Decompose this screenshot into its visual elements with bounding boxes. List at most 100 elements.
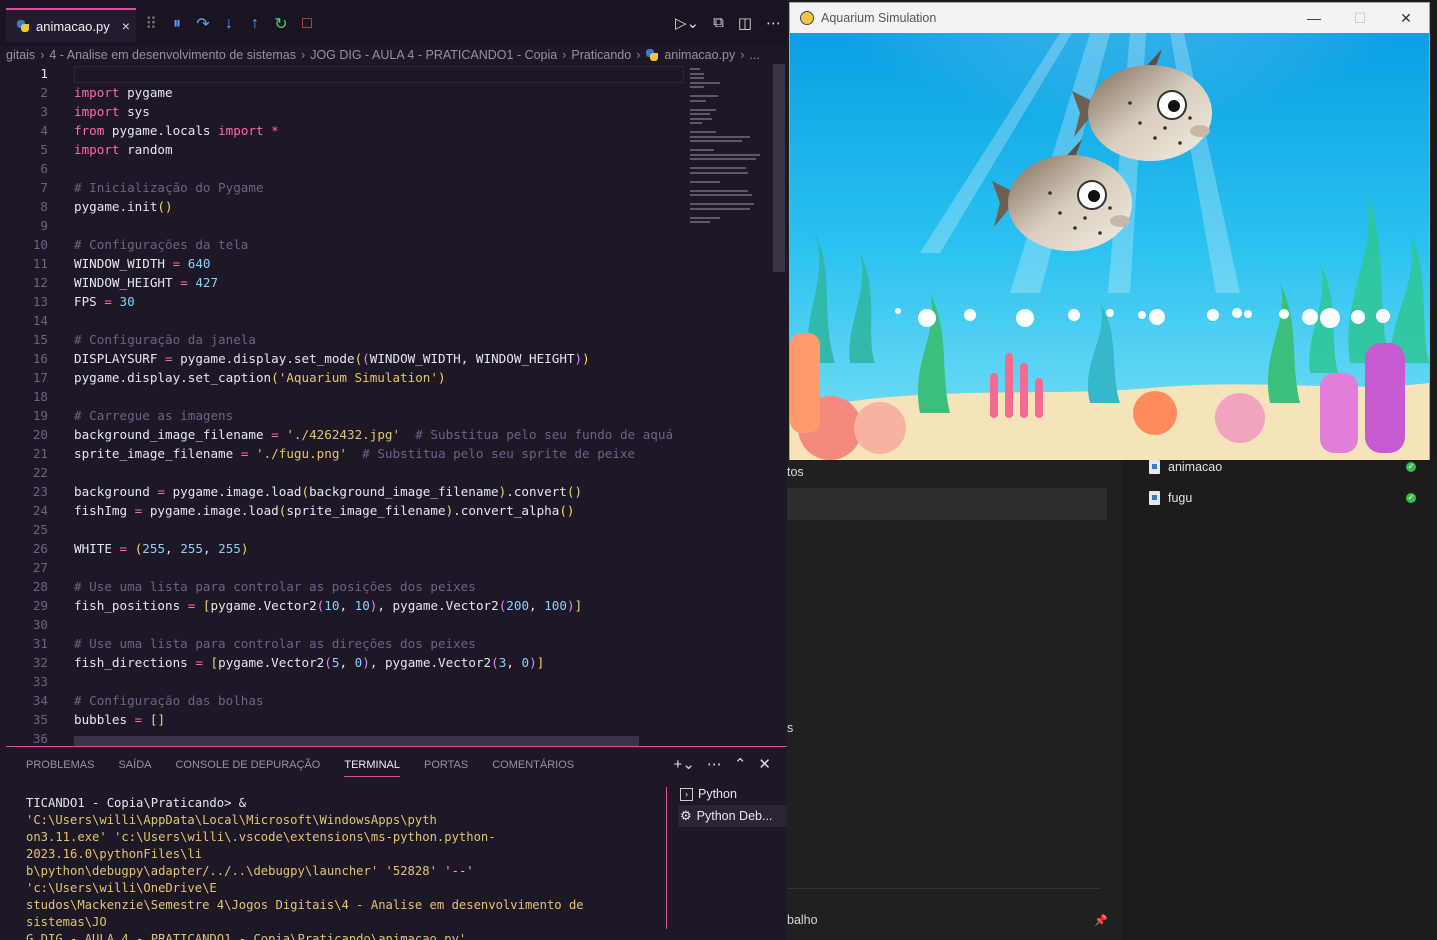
minimap[interactable] [690,64,772,244]
tab-ports[interactable]: PORTAS [424,759,468,777]
synced-check-icon: ✓ [1406,462,1416,472]
code-text: bubbles = [] [74,712,166,727]
code-line[interactable]: 1 [0,64,684,83]
terminal-list: › Python ⚙ Python Deb... [678,783,787,827]
code-line[interactable]: 18 [0,387,684,406]
code-line[interactable]: 8 pygame.init() [0,197,684,216]
line-number: 16 [32,351,48,366]
maximize-panel-icon[interactable]: ⌃ [734,755,747,773]
minimap-line [690,117,712,120]
file-row-fugu[interactable]: fugu [1149,488,1192,508]
breadcrumb-item[interactable]: 4 - Analise em desenvolvimento de sistem… [49,48,296,62]
terminal-item-label: Python [698,787,737,801]
code-line[interactable]: 28 # Use uma lista para controlar as posi… [0,577,684,596]
code-editor[interactable]: 1 2 import pygame 3 import sys 4 from pygame.l… [0,64,684,746]
run-debug-icon[interactable]: ▷⌄ [675,14,699,32]
more-actions-icon[interactable]: ⋯ [707,755,722,773]
code-line[interactable]: 16 DISPLAYSURF = pygame.display.set_mode(… [0,349,684,368]
terminal-icon: › [680,787,693,801]
line-number: 25 [32,522,48,537]
code-line[interactable]: 30 [0,615,684,634]
code-line[interactable]: 29 fish_positions = [pygame.Vector2(10, 1… [0,596,684,615]
terminal-item-python[interactable]: › Python [678,783,787,805]
open-changes-icon[interactable]: ⧉ [713,14,724,32]
stop-icon[interactable]: □ [300,15,314,33]
tab-debug-console[interactable]: CONSOLE DE DEPURAÇÃO [175,759,320,777]
code-line[interactable]: 9 [0,216,684,235]
breadcrumb-item[interactable]: gitais [6,48,35,62]
code-line[interactable]: 23 background = pygame.image.load(backgro… [0,482,684,501]
code-line[interactable]: 2 import pygame [0,83,684,102]
code-line[interactable]: 21 sprite_image_filename = './fugu.png' #… [0,444,684,463]
tab-animacao-py[interactable]: animacao.py × [6,8,136,42]
terminal-item-python-debug[interactable]: ⚙ Python Deb... [678,805,787,827]
code-text: # Carregue as imagens [74,408,234,423]
code-line[interactable]: 24 fishImg = pygame.image.load(sprite_ima… [0,501,684,520]
tab-output[interactable]: SAÍDA [118,759,151,777]
tab-problems[interactable]: PROBLEMAS [26,759,94,777]
code-line[interactable]: 3 import sys [0,102,684,121]
code-line[interactable]: 22 [0,463,684,482]
new-terminal-icon[interactable]: +⌄ [674,755,695,773]
line-number: 24 [32,503,48,518]
more-actions-icon[interactable]: ⋯ [766,14,781,32]
code-line[interactable]: 25 [0,520,684,539]
step-into-icon[interactable]: ↓ [222,15,236,33]
code-line[interactable]: 34 # Configuração das bolhas [0,691,684,710]
drag-handle-icon[interactable]: ⠿ [144,14,158,34]
breadcrumb-item[interactable]: Praticando [571,48,631,62]
code-line[interactable]: 13 FPS = 30 [0,292,684,311]
close-panel-icon[interactable]: ✕ [758,755,771,773]
code-line[interactable]: 19 # Carregue as imagens [0,406,684,425]
code-line[interactable]: 12 WINDOW_HEIGHT = 427 [0,273,684,292]
close-icon[interactable]: ✕ [1383,3,1429,33]
terminal-output[interactable]: TICANDO1 - Copia\Praticando> & 'C:\Users… [26,795,646,940]
minimap-line [690,77,704,79]
code-line[interactable]: 10 # Configurações da tela [0,235,684,254]
minimap-line [690,131,716,133]
tab-comments[interactable]: COMENTÁRIOS [492,759,574,777]
vertical-scrollbar[interactable] [773,64,785,272]
file-row-animacao[interactable]: animacao [1149,457,1222,477]
breadcrumb: gitais › 4 - Analise em desenvolvimento d… [6,48,760,62]
pygame-titlebar[interactable]: Aquarium Simulation — ☐ ✕ [790,3,1429,33]
step-out-icon[interactable]: ↑ [248,15,262,33]
code-line[interactable]: 7 # Inicialização do Pygame [0,178,684,197]
code-line[interactable]: 35 bubbles = [] [0,710,684,729]
code-line[interactable]: 31 # Use uma lista para controlar as dire… [0,634,684,653]
explorer-partial-label: s [787,721,794,735]
pause-icon[interactable]: ⏸ [170,15,184,33]
step-over-icon[interactable]: ↷ [196,14,210,34]
code-line[interactable]: 4 from pygame.locals import * [0,121,684,140]
line-number: 35 [32,712,48,727]
minimap-line [690,171,748,174]
breadcrumb-item[interactable]: JOG DIG - AULA 4 - PRATICANDO1 - Copia [310,48,557,62]
breadcrumb-item[interactable]: animacao.py [664,48,735,62]
minimap-line [690,122,702,124]
horizontal-scrollbar[interactable] [74,736,639,746]
code-line[interactable]: 26 WHITE = (255, 255, 255) [0,539,684,558]
code-line[interactable]: 17 pygame.display.set_caption('Aquarium S… [0,368,684,387]
minimize-icon[interactable]: — [1291,3,1337,33]
breadcrumb-item[interactable]: ... [749,48,759,62]
code-line[interactable]: 6 [0,159,684,178]
line-number: 17 [32,370,48,385]
line-number: 2 [40,85,48,100]
code-line[interactable]: 32 fish_directions = [pygame.Vector2(5, 0… [0,653,684,672]
code-line[interactable]: 11 WINDOW_WIDTH = 640 [0,254,684,273]
code-line[interactable]: 20 background_image_filename = './4262432… [0,425,684,444]
tab-terminal[interactable]: TERMINAL [344,759,400,777]
aquarium-canvas[interactable] [790,33,1429,460]
maximize-icon: ☐ [1353,9,1367,26]
code-line[interactable]: 33 [0,672,684,691]
pin-icon[interactable]: 📌 [1094,914,1108,927]
tab-label: animacao.py [36,18,110,34]
split-editor-icon[interactable]: ◫ [738,14,752,32]
code-line[interactable]: 14 [0,311,684,330]
code-line[interactable]: 5 import random [0,140,684,159]
close-icon[interactable]: × [122,18,130,34]
code-line[interactable]: 15 # Configuração da janela [0,330,684,349]
code-line[interactable]: 27 [0,558,684,577]
restart-icon[interactable]: ↻ [274,14,288,34]
explorer-selected-row[interactable] [787,488,1107,520]
